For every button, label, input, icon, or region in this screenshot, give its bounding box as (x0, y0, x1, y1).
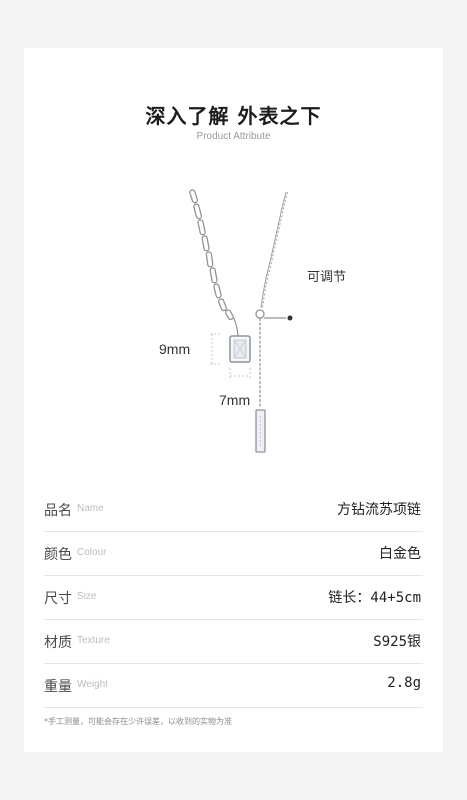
attribute-value: 2.8g (387, 675, 421, 691)
attribute-label: 颜色 (44, 547, 72, 563)
attribute-label: 品名 (44, 503, 72, 519)
attribute-label-en: Name (77, 503, 104, 514)
attribute-row-name: 品名 Name 方钻流苏项链 (44, 488, 423, 532)
attribute-label: 材质 (44, 635, 72, 651)
attribute-value: 白金色 (379, 546, 421, 562)
attribute-table: 品名 Name 方钻流苏项链 颜色 Colour 白金色 尺寸 Size 链长：… (44, 488, 423, 708)
attribute-label-en: Weight (77, 679, 108, 690)
attribute-label-en: Colour (77, 547, 107, 558)
necklace-image (189, 189, 293, 453)
attribute-row-colour: 颜色 Colour 白金色 (44, 532, 423, 576)
height-dimension: 9mm (159, 341, 191, 357)
section-title: 深入了解 外表之下 (145, 104, 322, 128)
attribute-label-en: Texture (77, 635, 110, 646)
adjustable-label: 可调节 (307, 270, 347, 285)
attribute-value: 链长：44+5cm (328, 590, 421, 606)
attribute-value: 方钻流苏项链 (337, 502, 421, 518)
right-chain (260, 191, 288, 309)
product-attribute-card: 深入了解 外表之下 Product Attribute 9mm 7mm 可调节 … (24, 48, 443, 752)
left-chain (189, 189, 234, 321)
attribute-value: S925银 (373, 634, 421, 650)
measurement-footnote: *手工测量，可能会存在少许误差，以收到的实物为准 (44, 717, 232, 726)
attribute-label: 重量 (44, 679, 72, 695)
attribute-row-weight: 重量 Weight 2.8g (44, 664, 423, 708)
attribute-row-size: 尺寸 Size 链长：44+5cm (44, 576, 423, 620)
attribute-row-texture: 材质 Texture S925银 (44, 620, 423, 664)
attribute-label: 尺寸 (44, 591, 72, 607)
section-subtitle: Product Attribute (196, 131, 271, 142)
width-dimension: 7mm (219, 392, 251, 408)
attribute-label-en: Size (77, 591, 97, 602)
square-pendant (229, 335, 251, 363)
